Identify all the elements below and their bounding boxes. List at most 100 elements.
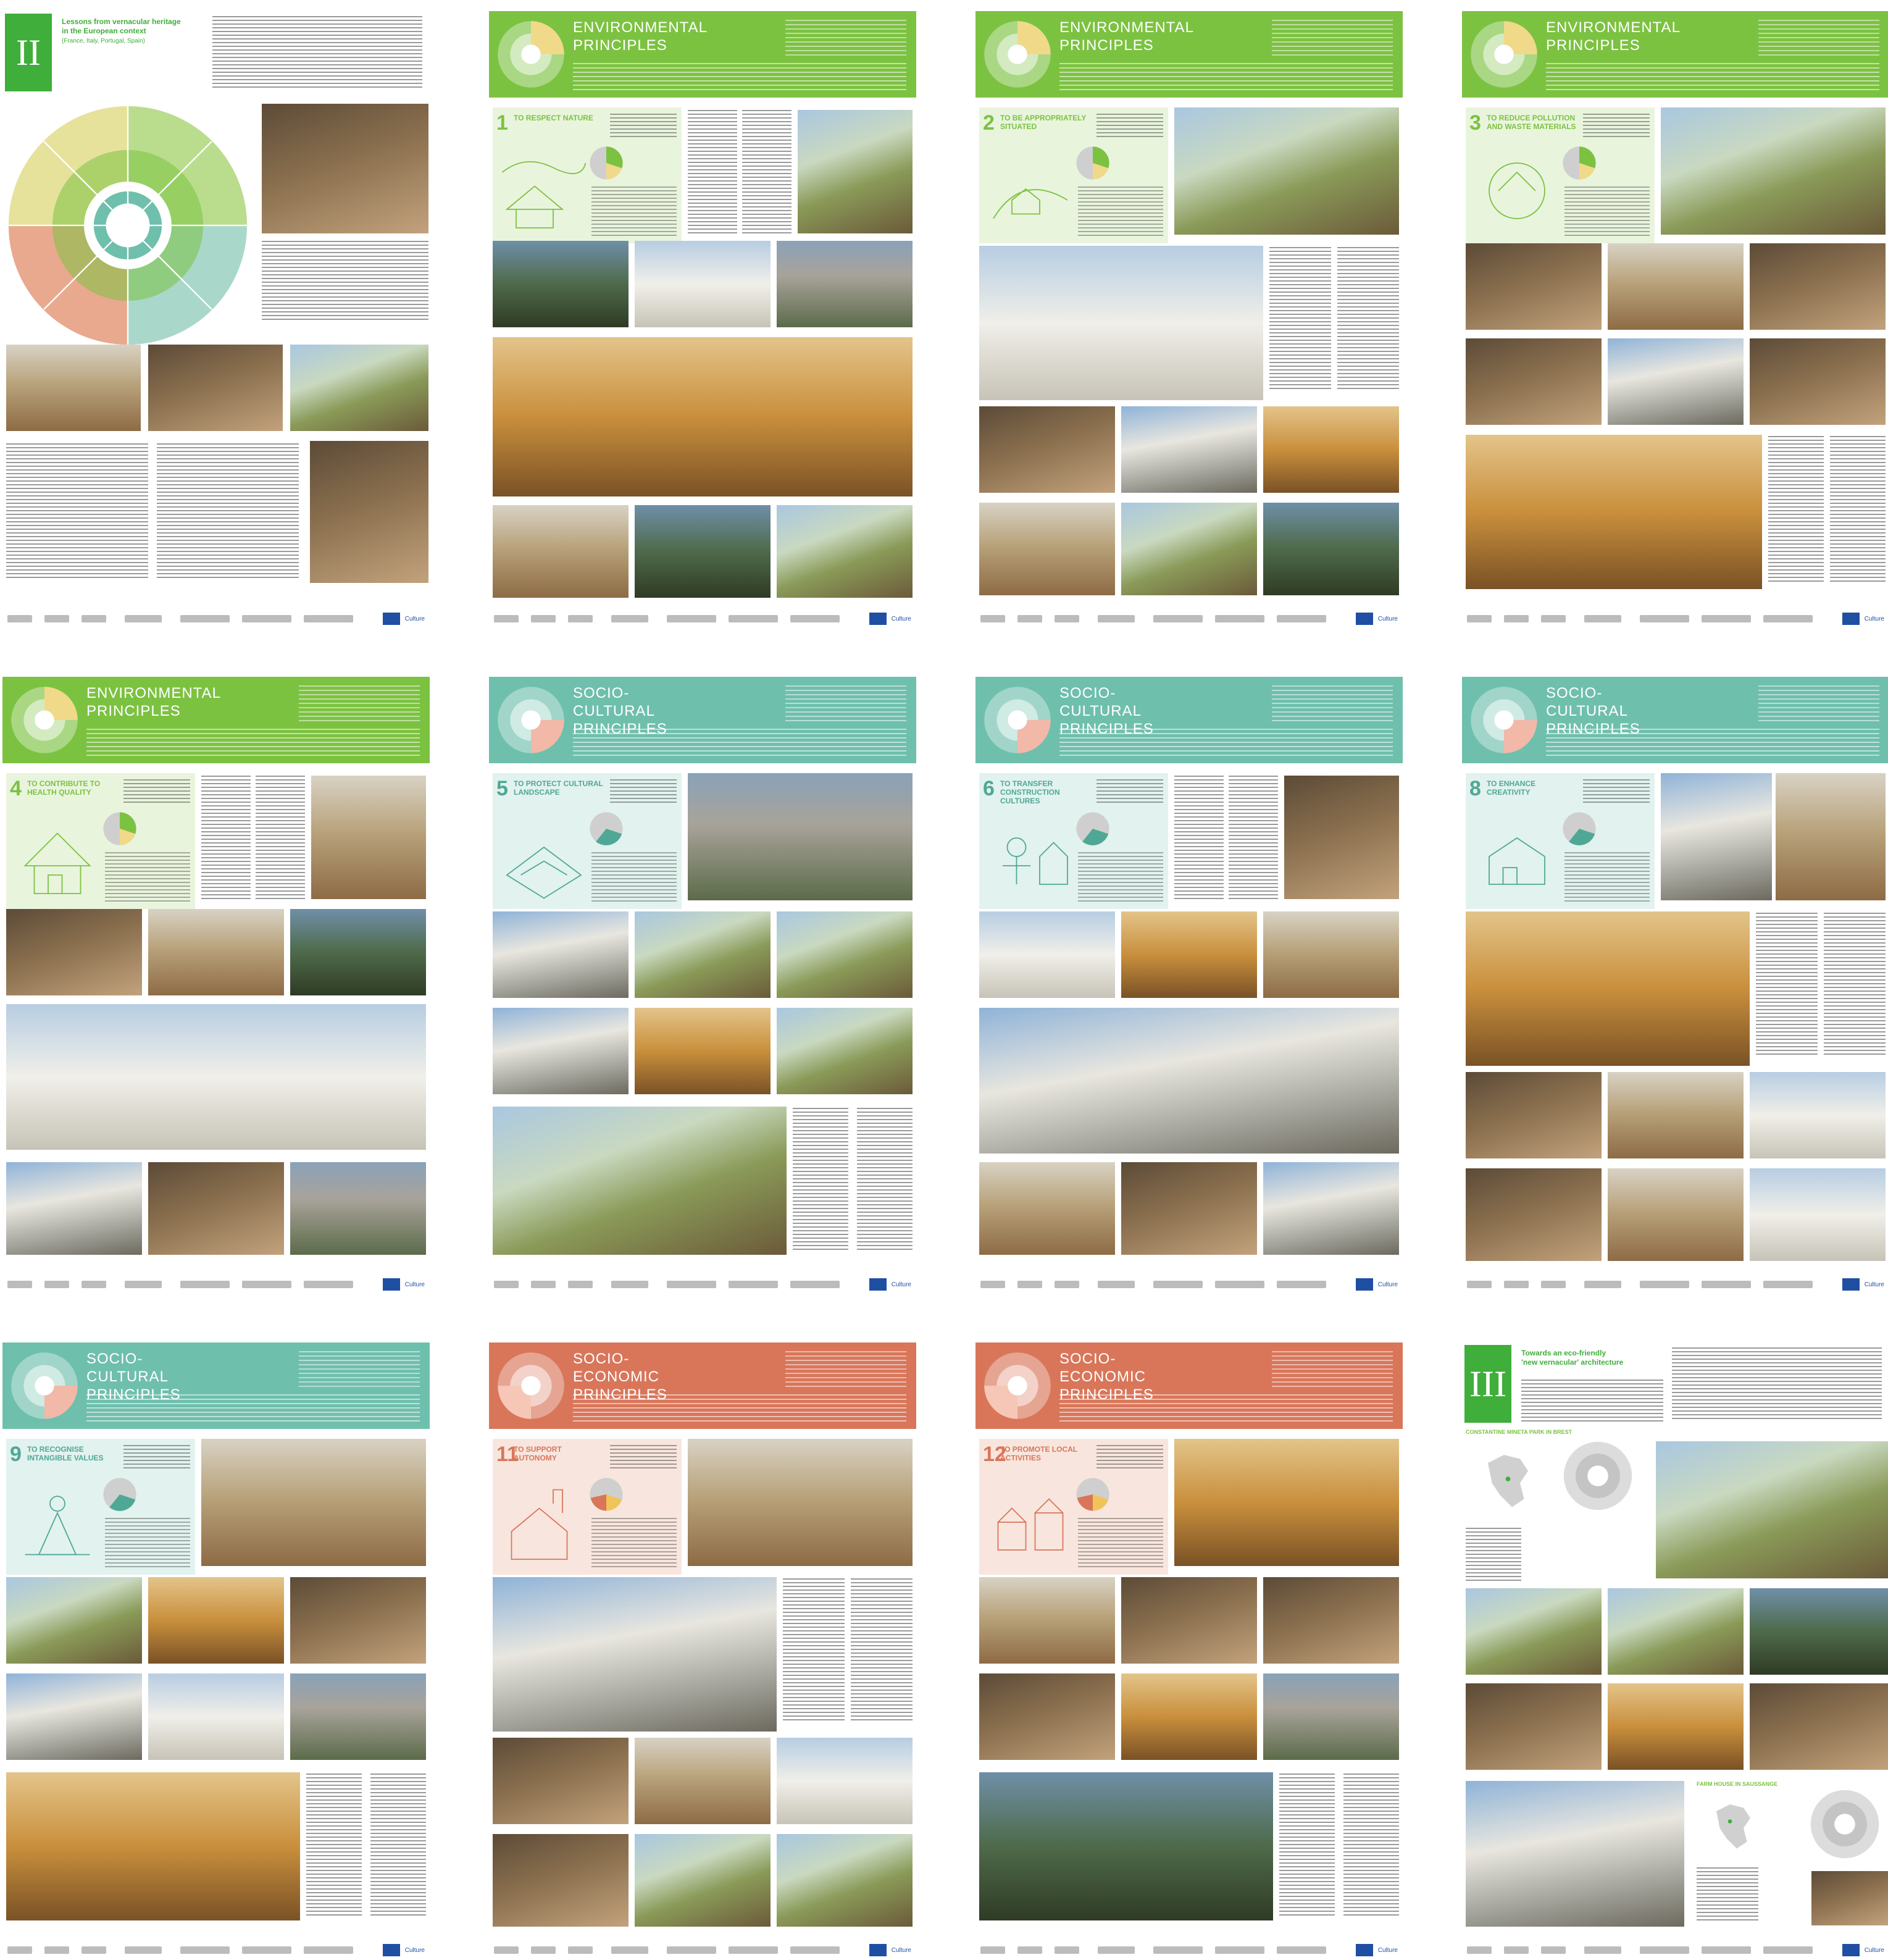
photo-detail <box>1811 1871 1888 1925</box>
photo-cloister <box>148 1577 284 1664</box>
eu-flag-icon <box>1842 1278 1860 1291</box>
principle-number: 5 <box>496 777 508 800</box>
photo-columns <box>1608 338 1744 425</box>
caption-project-2: Farm house in Saussange <box>1697 1781 1778 1787</box>
photo-rocks <box>635 505 771 598</box>
photo-bread-oven <box>493 1738 629 1824</box>
section-numeral: II <box>5 14 52 91</box>
poster-environmental-1: ENVIRONMENTAL PRINCIPLES 1 TO RESPECT NAT… <box>489 11 916 629</box>
photo-round-tower <box>979 1162 1115 1255</box>
header-banner: ENVIRONMENTAL PRINCIPLES <box>2 677 430 763</box>
photo-chalet <box>290 1162 426 1255</box>
footer-logos: Culture <box>980 1944 1398 1956</box>
principle-block: 8 TO ENHANCE CREATIVITY <box>1466 773 1655 909</box>
intro-text <box>212 16 422 90</box>
footer-logos: Culture <box>494 613 911 625</box>
photo-terraces <box>777 241 913 327</box>
photo-village-street <box>1121 503 1257 595</box>
photo-garden-path <box>1750 1588 1888 1675</box>
section-title: Lessons from vernacular heritage in the … <box>62 17 181 35</box>
principle-sketch-icon <box>1003 837 1068 885</box>
photo-statue <box>6 1673 142 1760</box>
photo-thatched-house <box>290 345 428 431</box>
principle-number: 9 <box>10 1443 22 1466</box>
photo-harbour <box>493 911 629 998</box>
photo-wooden-balcony <box>148 1162 284 1255</box>
photo-trulli-town <box>979 1008 1399 1154</box>
principle-block: 1 TO RESPECT NATURE <box>493 107 682 243</box>
wheel-icon <box>498 687 564 753</box>
header-banner: SOCIO-CULTURALPRINCIPLES <box>489 677 916 763</box>
photo-stone-doorway <box>1466 243 1602 330</box>
poster-grid: II Lessons from vernacular heritage in t… <box>0 0 1888 1960</box>
photo-farm <box>798 110 913 233</box>
header-title: ENVIRONMENTAL PRINCIPLES <box>1059 19 1194 54</box>
photo-artisan <box>1263 1577 1399 1664</box>
wheel-icon <box>1471 21 1537 88</box>
photo-interior-window <box>1750 1683 1888 1770</box>
header-title: ENVIRONMENTAL PRINCIPLES <box>1546 19 1681 54</box>
eu-flag-icon <box>1842 1944 1860 1956</box>
photo-stone-farm <box>688 1439 913 1566</box>
header-banner: ENVIRONMENTAL PRINCIPLES <box>489 11 916 98</box>
intro-text <box>1672 1347 1882 1422</box>
poster-section-iii: III Towards an eco-friendly 'new vernacu… <box>1462 1342 1888 1960</box>
photo-mountain-village <box>1121 406 1257 493</box>
header-title: ENVIRONMENTAL PRINCIPLES <box>573 19 708 54</box>
photo-cave-dwellings <box>979 503 1115 595</box>
principle-title: TO ENHANCE CREATIVITY <box>1487 779 1536 797</box>
principle-sketch-icon <box>1489 837 1545 885</box>
photo-villa <box>1263 911 1399 998</box>
photo-town-houses <box>311 776 426 899</box>
photo-woman-craft <box>1284 776 1399 899</box>
principle-title: TO SUPPORT AUTONOMY <box>514 1445 562 1462</box>
photo-ruins <box>1263 503 1399 595</box>
eu-flag-icon <box>869 1944 887 1956</box>
eu-flag-icon <box>383 1944 400 1956</box>
header-banner: SOCIO-CULTURALPRINCIPLES <box>2 1342 430 1429</box>
footer-logos: Culture <box>1467 1278 1884 1291</box>
photo-timber-pavilion <box>6 1004 426 1150</box>
photo-farm-house <box>1466 1781 1684 1927</box>
photo-green-slope <box>1608 1588 1744 1675</box>
photo-corridor <box>148 345 283 431</box>
poster-socio-cultural-6: SOCIO-CULTURALPRINCIPLES 6 TO TRANSFER C… <box>975 677 1403 1294</box>
photo-slate-roof <box>1263 1162 1399 1255</box>
photo-scaffolding <box>1263 1673 1399 1760</box>
photo-red-hills <box>635 1008 771 1094</box>
photo-thatched-hut <box>1466 435 1762 589</box>
footer-logos: Culture <box>980 613 1398 625</box>
footer-logos: Culture <box>1467 1944 1884 1956</box>
principle-block: 6 TO TRANSFER CONSTRUCTION CULTURES <box>979 773 1168 909</box>
photo-church-garden <box>6 1577 142 1664</box>
pie-icon <box>1076 1478 1109 1511</box>
photo-granary <box>1121 1162 1257 1255</box>
principle-number: 1 <box>496 111 508 135</box>
principle-sketch-icon <box>993 188 1068 219</box>
photo-timber-roof <box>1121 911 1257 998</box>
principle-sketch-icon <box>506 846 582 899</box>
wheel-icon <box>1471 687 1537 753</box>
photo-cave-house <box>635 241 771 327</box>
photo-white-houses <box>1750 1168 1886 1261</box>
principles-wheel <box>8 106 248 345</box>
principle-number: 4 <box>10 777 22 800</box>
header-banner: ENVIRONMENTAL PRINCIPLES <box>1462 11 1888 98</box>
principle-title: TO TRANSFER CONSTRUCTION CULTURES <box>1000 779 1060 805</box>
poster-socio-cultural-9: SOCIO-CULTURALPRINCIPLES 9 TO RECOGNISE … <box>2 1342 430 1960</box>
photo-lavender-field <box>1466 1588 1602 1675</box>
photo-white-house-palm <box>979 246 1263 400</box>
photo-volcanic-field <box>688 773 913 900</box>
photo-salt-pans <box>493 1008 629 1094</box>
photo-timber-interior <box>1466 1683 1602 1770</box>
photo-stone-walls-field <box>493 1107 787 1255</box>
photo-chapel-cross <box>148 1673 284 1760</box>
pie-icon <box>590 812 623 845</box>
photo-boat-lagoon <box>979 1772 1273 1920</box>
wheel-icon <box>11 1352 78 1419</box>
body-text <box>6 443 148 579</box>
principle-title: TO BE APPROPRIATELY SITUATED <box>1000 114 1087 131</box>
footer-logos: Culture <box>1467 613 1884 625</box>
photo-village-square <box>979 1577 1115 1664</box>
principle-number: 8 <box>1469 777 1481 800</box>
